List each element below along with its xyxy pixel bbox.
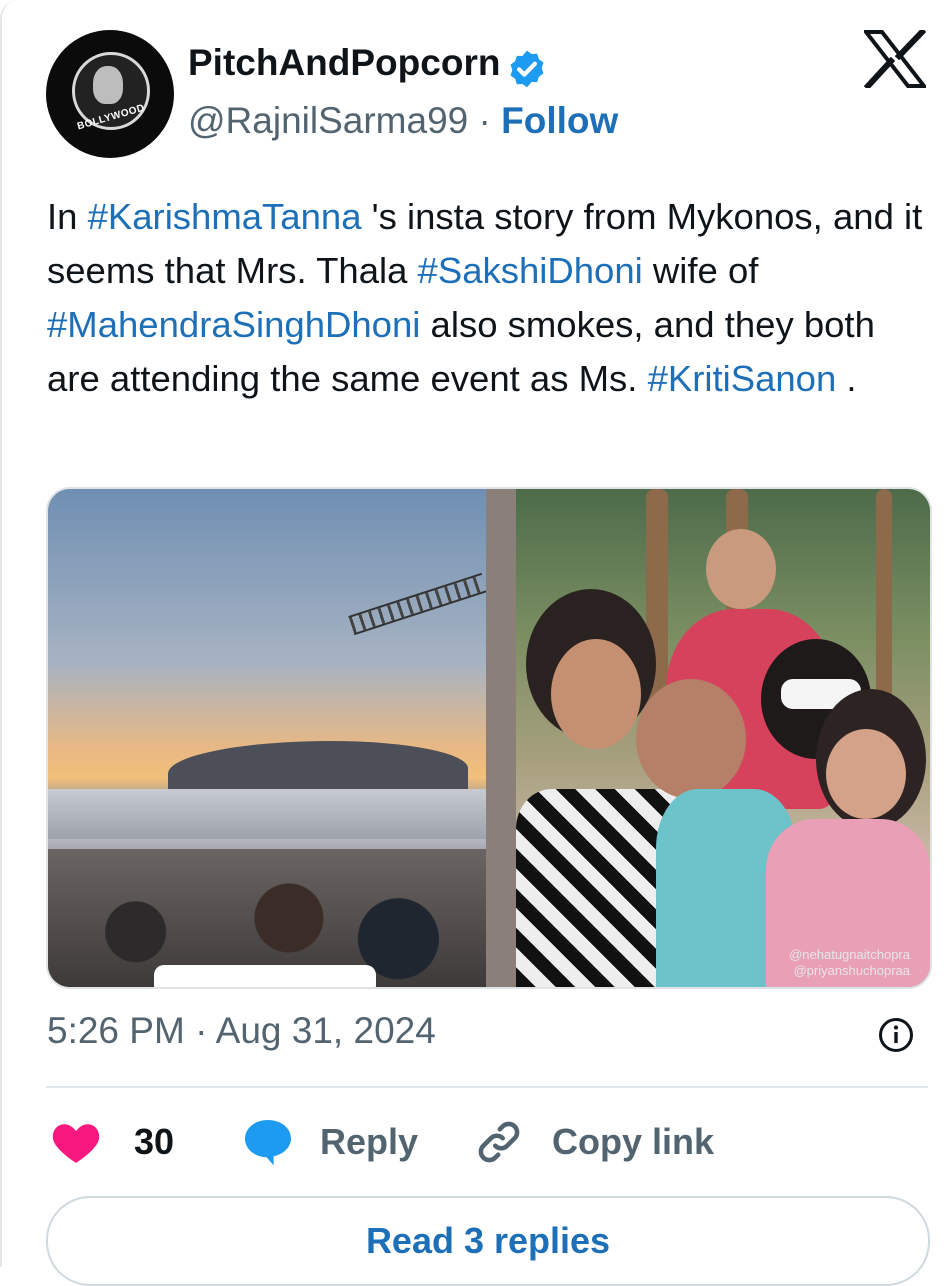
tweet-text-segment: . — [836, 358, 857, 399]
tweet-text-segment: In — [47, 196, 88, 237]
photo-person — [706, 529, 776, 609]
x-logo-icon[interactable] — [864, 30, 926, 88]
media-photo-sunset-party[interactable] — [48, 489, 488, 987]
photo-divider — [486, 489, 516, 987]
action-bar: 30 Reply Copy link — [46, 1110, 928, 1174]
divider-line — [46, 1086, 928, 1088]
photo-sea — [48, 789, 486, 839]
hashtag-link[interactable]: #MahendraSinghDhoni — [47, 304, 420, 345]
hashtag-link[interactable]: #SakshiDhoni — [418, 250, 643, 291]
like-count: 30 — [134, 1121, 175, 1162]
watermark-line-2: @priyanshuchopraa — [793, 963, 910, 978]
info-icon[interactable] — [878, 1017, 914, 1053]
like-button[interactable]: 30 — [50, 1110, 174, 1174]
reply-label: Reply — [320, 1121, 419, 1162]
media-container[interactable]: @nehatugnaitchopra @priyanshuchopraa — [46, 487, 932, 989]
heart-icon — [52, 1124, 100, 1163]
photo-person — [551, 639, 641, 749]
verified-badge-icon — [510, 50, 544, 88]
copy-link-button[interactable]: Copy link — [474, 1110, 714, 1174]
reply-bubble-icon — [245, 1120, 291, 1166]
tweet-text-segment: wife of — [642, 250, 759, 291]
link-icon — [478, 1121, 520, 1163]
copy-link-label: Copy link — [552, 1121, 715, 1162]
timestamp-date: Aug 31, 2024 — [215, 1010, 436, 1051]
timestamp-separator: · — [195, 1010, 208, 1051]
reply-button[interactable]: Reply — [242, 1110, 418, 1174]
hashtag-link[interactable]: #KritiSanon — [648, 358, 837, 399]
tweet-timestamp[interactable]: 5:26 PM · Aug 31, 2024 — [47, 1010, 436, 1052]
photo-person — [636, 679, 746, 799]
follow-button[interactable]: Follow — [501, 100, 618, 141]
photo-person — [826, 729, 906, 819]
watermark-line-1: @nehatugnaitchopra — [789, 947, 910, 962]
timestamp-time: 5:26 PM — [47, 1010, 185, 1051]
media-photo-group-selfie[interactable]: @nehatugnaitchopra @priyanshuchopraa — [516, 489, 930, 987]
tweet-card: BOLLYWOOD PitchAndPopcorn @RajnilSarma99… — [0, 0, 950, 1286]
photo-location-tag — [154, 965, 376, 987]
author-handle-row: @RajnilSarma99 · Follow — [188, 100, 618, 142]
author-name[interactable]: PitchAndPopcorn — [188, 42, 500, 84]
tweet-text: In #KarishmaTanna 's insta story from My… — [47, 190, 927, 406]
photo-stage-truss — [348, 572, 488, 636]
avatar-face — [93, 66, 123, 104]
avatar[interactable]: BOLLYWOOD — [46, 30, 174, 158]
photo-palm-trunk — [876, 489, 892, 709]
hashtag-link[interactable]: #KarishmaTanna — [88, 196, 362, 237]
read-replies-button[interactable]: Read 3 replies — [46, 1196, 930, 1286]
read-replies-label: Read 3 replies — [365, 1220, 611, 1261]
handle-separator: · — [478, 100, 491, 141]
photo-watermark: @nehatugnaitchopra @priyanshuchopraa — [789, 947, 910, 979]
author-handle[interactable]: @RajnilSarma99 — [188, 100, 468, 141]
